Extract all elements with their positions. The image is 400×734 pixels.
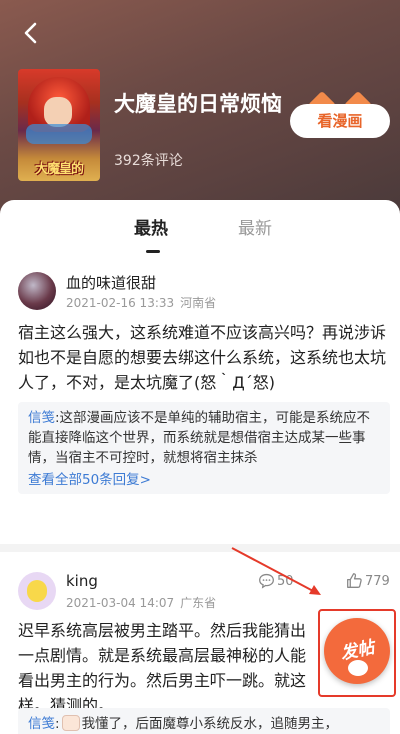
comment-location: 河南省 [180, 296, 217, 310]
reply-text: :这部漫画应该不是单纯的辅助宿主，可能是系统应不能直接降临这个世界，而系统就是想… [28, 410, 371, 466]
reply-preview[interactable]: 信笺:这部漫画应该不是单纯的辅助宿主，可能是系统应不能直接降临这个世界，而系统就… [18, 402, 390, 494]
avatar[interactable] [18, 572, 56, 610]
comment-location: 广东省 [180, 596, 217, 610]
active-tab-indicator [146, 250, 160, 253]
comic-header: 大魔皇的 大魔皇的日常烦恼 392条评论 看漫画 [0, 0, 400, 215]
comment-meta: 2021-03-04 14:07 广东省 [66, 594, 216, 611]
comment-count: 392条评论 [114, 153, 183, 169]
comment-text: 宿主这么强大，这系统难道不应该高兴吗？再说涉诉如也不是自愿的想要去绑这什么系统，… [18, 323, 387, 392]
comment-icon [259, 573, 274, 589]
tab-newest[interactable]: 最新 [238, 214, 272, 239]
view-all-replies-link[interactable]: 查看全部50条回复> [28, 470, 380, 490]
comment-datetime: 2021-02-16 13:33 [66, 296, 175, 310]
cat-sticker-icon [61, 715, 80, 731]
comic-cover[interactable]: 大魔皇的 [18, 69, 100, 181]
sort-tabs: 最热 最新 [0, 214, 400, 254]
cover-title: 大魔皇的 [34, 162, 84, 177]
reply-text: 我懂了，后面魔尊小系统反水，追随男主， [81, 716, 339, 732]
comment-divider [0, 544, 400, 552]
watch-comic-button[interactable]: 看漫画 [290, 104, 390, 138]
cat-face-icon [348, 660, 368, 676]
comment-meta: 2021-02-16 13:33 河南省 [66, 294, 216, 311]
like-icon [347, 573, 362, 588]
comment-datetime: 2021-03-04 14:07 [66, 596, 175, 610]
reply-author[interactable]: 信笺 [28, 410, 55, 426]
like-count-value: 779 [365, 574, 390, 589]
username[interactable]: 血的味道很甜 [66, 272, 156, 293]
comment-stat[interactable]: 50 [258, 572, 294, 592]
comment-count-value: 50 [277, 574, 294, 589]
reply-preview[interactable]: 信笺: 我懂了，后面魔尊小系统反水，追随男主， [18, 708, 390, 734]
comic-title: 大魔皇的日常烦恼 [114, 92, 282, 116]
watch-comic-button-wrap[interactable]: 看漫画 [290, 90, 390, 138]
avatar[interactable] [18, 272, 56, 310]
comment-text: 迟早系统高层被男主踏平。然后我能猜出一点剧情。就是系统最高层最神秘的人能看出男主… [18, 621, 307, 715]
tab-hottest[interactable]: 最热 [134, 214, 168, 239]
username[interactable]: king [66, 572, 98, 590]
back-arrow-icon[interactable] [16, 18, 46, 48]
like-stat[interactable]: 779 [346, 572, 390, 592]
post-button[interactable]: 发帖 [324, 618, 390, 684]
reply-author[interactable]: 信笺 [28, 716, 55, 732]
